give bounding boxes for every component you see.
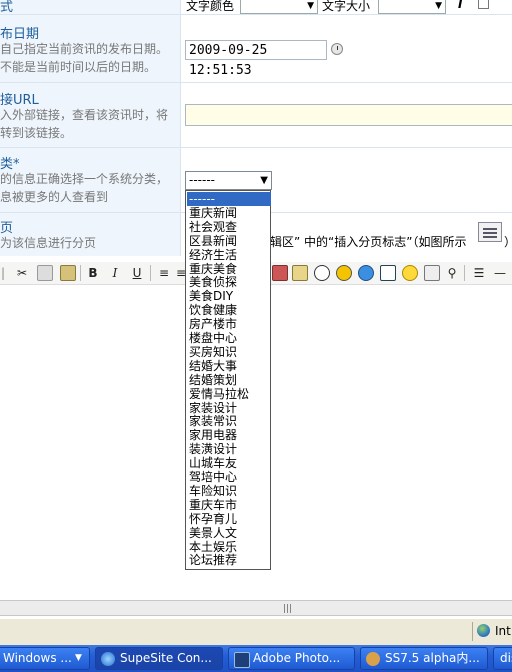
page-break-icon[interactable]: ☰	[470, 265, 488, 281]
taskbar-item-dis[interactable]: dis	[493, 647, 512, 670]
image-icon[interactable]	[292, 265, 308, 281]
info-icon[interactable]	[358, 265, 374, 281]
taskbar-item-photoshop[interactable]: Adobe Photo...	[228, 647, 355, 670]
flash-icon[interactable]	[314, 265, 330, 281]
editor-cursor-text	[0, 285, 4, 299]
dropdown-option[interactable]: 重庆车市	[187, 498, 271, 512]
toolbar-separator	[150, 265, 151, 281]
paging-hint-tail: ）	[504, 233, 512, 250]
external-url-desc-2: 转到该链接。	[0, 126, 73, 140]
category-desc: 的信息正确选择一个系统分类，	[0, 172, 169, 186]
align-center-icon[interactable]: ≡	[176, 265, 186, 281]
dropdown-option[interactable]: 美食侦探	[187, 275, 271, 289]
dropdown-option[interactable]: 重庆新闻	[187, 206, 271, 220]
italic-toggle[interactable]: I	[458, 0, 462, 11]
resize-grip-icon: |||	[283, 604, 293, 614]
chevron-down-icon: ▼	[260, 175, 268, 186]
bold-button[interactable]: B	[86, 265, 100, 281]
insert-page-break-icon[interactable]	[478, 222, 502, 242]
taskbar-item-ss75[interactable]: SS7.5 alpha内...	[360, 647, 488, 670]
dropdown-option[interactable]: 区县新闻	[187, 234, 271, 248]
category-select[interactable]: ------ ▼	[185, 171, 272, 190]
text-color-label: 文字颜色	[186, 0, 235, 13]
security-zone-panel: Int	[472, 622, 512, 641]
globe-icon	[477, 624, 490, 637]
dropdown-option[interactable]: ------	[187, 192, 271, 206]
dropdown-option[interactable]: 经济生活	[187, 248, 271, 262]
dropdown-option[interactable]: 结婚大事	[187, 359, 271, 373]
divider	[0, 147, 512, 148]
paste-icon[interactable]	[60, 265, 76, 281]
table-icon[interactable]	[380, 265, 396, 281]
divider	[0, 82, 512, 83]
dropdown-option[interactable]: 买房知识	[187, 345, 271, 359]
publish-date-input[interactable]: 2009-09-25 12:51:53	[185, 40, 327, 78]
italic-button[interactable]: I	[108, 265, 122, 281]
external-url-desc: 入外部链接，查看该资讯时，将	[0, 108, 169, 122]
text-color-select[interactable]: ▼	[240, 0, 318, 14]
dropdown-option[interactable]: 家装设计	[187, 401, 271, 415]
security-zone-text: Int	[495, 624, 511, 638]
dropdown-option[interactable]: 驾培中心	[187, 470, 271, 484]
dropdown-option[interactable]: 爱情马拉松	[187, 387, 271, 401]
taskbar-item-supesite[interactable]: SupeSite Con...	[95, 647, 223, 670]
copy-icon[interactable]	[37, 265, 53, 281]
external-url-input[interactable]	[185, 104, 512, 126]
media-icon[interactable]	[336, 265, 352, 281]
dropdown-option[interactable]: 楼盘中心	[187, 331, 271, 345]
windows-taskbar: Windows ... ▼ SupeSite Con... Adobe Phot…	[0, 645, 512, 672]
photoshop-icon	[234, 652, 250, 668]
dropdown-option[interactable]: 饮食健康	[187, 303, 271, 317]
browser-status-bar: Int	[0, 618, 512, 645]
toolbar-separator	[464, 265, 465, 281]
checkbox[interactable]	[478, 0, 489, 9]
chevron-down-icon: ▼	[307, 1, 314, 11]
align-left-icon[interactable]: ≡	[156, 265, 172, 281]
chevron-down-icon: ▼	[435, 1, 442, 11]
underline-button[interactable]: U	[130, 265, 144, 281]
dropdown-option[interactable]: 本土娱乐	[187, 540, 271, 554]
dropdown-option[interactable]: 美食DIY	[187, 289, 271, 303]
dropdown-option[interactable]: 装潢设计	[187, 442, 271, 456]
dropdown-option[interactable]: 社会观查	[187, 220, 271, 234]
text-size-select[interactable]: ▼	[378, 0, 446, 14]
cut-icon[interactable]: ✂	[14, 265, 30, 281]
link-icon[interactable]	[272, 265, 288, 281]
dropdown-option[interactable]: 房产楼市	[187, 317, 271, 331]
column-divider	[180, 0, 181, 256]
dropdown-option[interactable]: 家装常识	[187, 414, 271, 428]
paging-hint: 辑区” 中的“插入分页标志”（如图所示	[270, 235, 467, 249]
paging-desc: 为该信息进行分页	[0, 236, 97, 250]
dropdown-option[interactable]: 重庆美食	[187, 262, 271, 276]
horizontal-rule-icon[interactable]: —	[492, 265, 508, 281]
text-size-label: 文字大小	[322, 0, 371, 13]
editor-resize-handle[interactable]: |||	[0, 600, 512, 616]
publish-date-desc-2: 不能是当前时间以后的日期。	[0, 60, 157, 74]
ie-icon	[101, 652, 115, 666]
toolbar-separator	[80, 265, 81, 281]
quote-icon[interactable]	[424, 265, 440, 281]
clock-icon[interactable]	[331, 43, 343, 55]
category-dropdown-list[interactable]: ------ 重庆新闻 社会观查 区县新闻 经济生活 重庆美食 美食侦探 美食DIY 饮食健康房…	[185, 190, 271, 570]
dropdown-option[interactable]: 家用电器	[187, 428, 271, 442]
dropdown-option[interactable]: 车险知识	[187, 484, 271, 498]
dropdown-option[interactable]: 结婚策划	[187, 373, 271, 387]
users-icon	[366, 652, 380, 666]
toolbar-grip-icon: |	[0, 266, 6, 280]
smiley-icon[interactable]	[402, 265, 418, 281]
category-selected-value: ------	[189, 173, 215, 187]
style-row-label: 式	[0, 0, 14, 15]
dropdown-option[interactable]: 山城车友	[187, 456, 271, 470]
dropdown-option[interactable]: 美景人文	[187, 526, 271, 540]
search-icon[interactable]: ⚲	[444, 265, 460, 281]
divider	[0, 14, 512, 15]
dropdown-option[interactable]: 论坛推荐	[187, 553, 271, 567]
taskbar-item-windows[interactable]: Windows ... ▼	[0, 647, 90, 670]
dropdown-option[interactable]: 怀孕育儿	[187, 512, 271, 526]
category-desc-2: 息被更多的人查看到	[0, 190, 109, 204]
publish-date-desc: 自己指定当前资讯的发布日期。	[0, 42, 169, 56]
chevron-down-icon: ▼	[75, 653, 82, 663]
